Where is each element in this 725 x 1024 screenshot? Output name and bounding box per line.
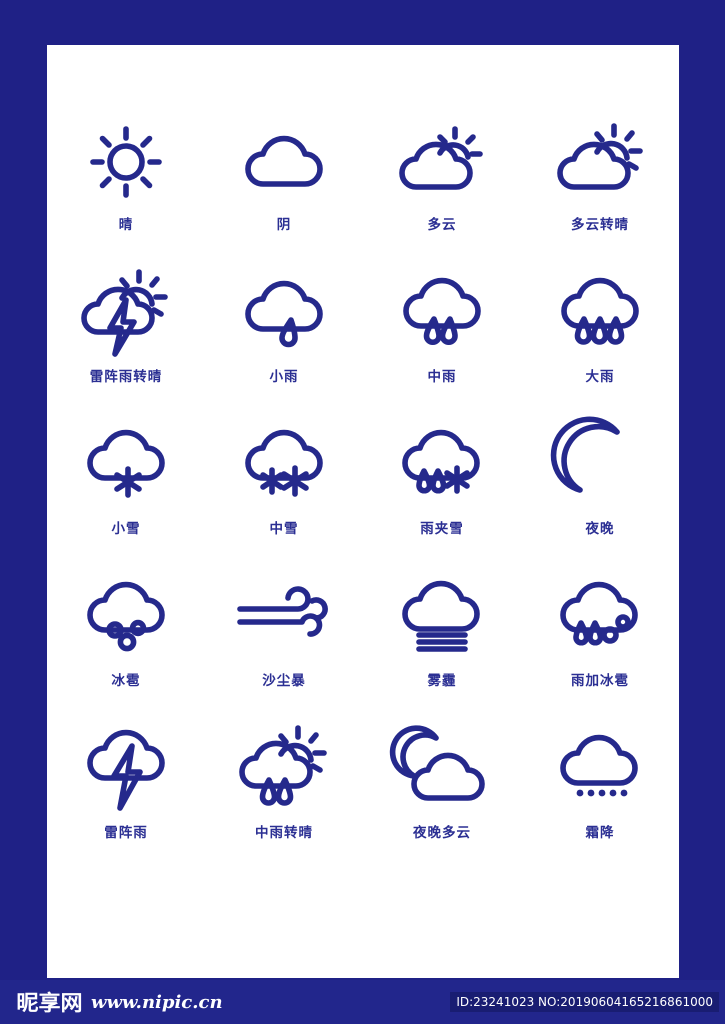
icon-caption: 阴	[276, 217, 292, 233]
icon-cell-heavy-rain[interactable]: 大雨	[521, 272, 679, 424]
cloud-snow-1-icon	[71, 424, 181, 508]
icon-cell-sleet[interactable]: 雨夹雪	[363, 424, 521, 576]
cloud-rain-hail-icon	[545, 576, 655, 660]
cloud-snow-2-icon	[229, 424, 339, 508]
icon-cell-rain-and-hail[interactable]: 雨加冰雹	[521, 576, 679, 728]
cloud-sun-bolt-icon	[71, 269, 181, 357]
icon-caption: 雨夹雪	[420, 521, 464, 537]
site-logo-url: www.nipic.cn	[91, 991, 223, 1013]
icon-caption: 中雨	[427, 369, 457, 385]
asset-id-badge: ID:23241023 NO:20190604165216861000	[450, 992, 719, 1012]
icon-cell-hail[interactable]: 冰雹	[47, 576, 205, 728]
icon-caption: 夜晚	[585, 521, 615, 537]
icon-cell-mod-rain-to-sunny[interactable]: 中雨转晴	[205, 725, 363, 880]
site-footer: 昵享网 www.nipic.cn ID:23241023 NO:20190604…	[0, 980, 725, 1024]
icon-caption: 小雨	[269, 369, 299, 385]
wind-icon	[229, 576, 339, 660]
icon-caption: 夜晚多云	[413, 825, 471, 841]
icon-caption: 沙尘暴	[262, 673, 306, 689]
icon-cell-cloudy-to-sunny[interactable]: 多云转晴	[521, 120, 679, 272]
weather-icon-grid: 晴 阴 多云 多云转晴 雷阵雨转晴 小雨 中雨 大雨 小雪 中雪 雨夹雪 夜晚 …	[47, 120, 679, 880]
cloud-rain-3-icon	[545, 272, 655, 356]
icon-caption: 中雨转晴	[255, 825, 313, 841]
icon-cell-thunderstorm[interactable]: 雷阵雨	[47, 728, 205, 880]
moon-cloud-icon	[387, 725, 497, 812]
icon-caption: 中雪	[269, 521, 299, 537]
icon-sheet-panel: 晴 阴 多云 多云转晴 雷阵雨转晴 小雨 中雨 大雨 小雪 中雪 雨夹雪 夜晚 …	[47, 45, 679, 978]
icon-cell-thunder-to-sunny[interactable]: 雷阵雨转晴	[47, 269, 205, 424]
icon-cell-night[interactable]: 夜晚	[521, 416, 679, 576]
site-logo-name: 昵享网	[16, 991, 83, 1015]
icon-caption: 小雪	[111, 521, 141, 537]
icon-caption: 雨加冰雹	[571, 673, 629, 689]
icon-caption: 多云	[427, 217, 457, 233]
cloud-rain-2-icon	[387, 272, 497, 356]
cloud-sleet-icon	[387, 424, 497, 508]
cloud-bolt-icon	[71, 728, 181, 812]
icon-cell-light-rain[interactable]: 小雨	[205, 272, 363, 424]
icon-cell-overcast[interactable]: 阴	[205, 120, 363, 272]
icon-cell-frost[interactable]: 霜降	[521, 728, 679, 880]
icon-caption: 霜降	[585, 825, 615, 841]
icon-caption: 大雨	[585, 369, 615, 385]
sun-icon	[71, 120, 181, 204]
cloud-dots-icon	[545, 728, 655, 812]
icon-caption: 雷阵雨	[104, 825, 148, 841]
site-logo[interactable]: 昵享网 www.nipic.cn	[16, 987, 223, 1017]
cloud-sun-icon	[387, 120, 497, 204]
cloud-rain-1-icon	[229, 272, 339, 356]
icon-caption: 雾霾	[427, 673, 457, 689]
cloud-fog-icon	[387, 576, 497, 660]
cloud-hail-icon	[71, 576, 181, 660]
icon-caption: 冰雹	[111, 673, 141, 689]
cloud-sun-big-icon	[545, 120, 655, 204]
icon-cell-sunny[interactable]: 晴	[47, 120, 205, 272]
icon-cell-moderate-rain[interactable]: 中雨	[363, 272, 521, 424]
icon-caption: 晴	[118, 217, 134, 233]
poster-background: 晴 阴 多云 多云转晴 雷阵雨转晴 小雨 中雨 大雨 小雪 中雪 雨夹雪 夜晚 …	[0, 0, 725, 980]
icon-cell-sandstorm[interactable]: 沙尘暴	[205, 576, 363, 728]
icon-cell-night-cloudy[interactable]: 夜晚多云	[363, 725, 521, 880]
icon-cell-cloudy[interactable]: 多云	[363, 120, 521, 272]
cloud-icon	[229, 120, 339, 204]
icon-cell-moderate-snow[interactable]: 中雪	[205, 424, 363, 576]
icon-caption: 多云转晴	[571, 217, 629, 233]
icon-cell-haze[interactable]: 雾霾	[363, 576, 521, 728]
icon-caption: 雷阵雨转晴	[89, 369, 163, 385]
cloud-sun-rain-icon	[229, 725, 339, 812]
icon-cell-light-snow[interactable]: 小雪	[47, 424, 205, 576]
moon-icon	[545, 416, 655, 508]
